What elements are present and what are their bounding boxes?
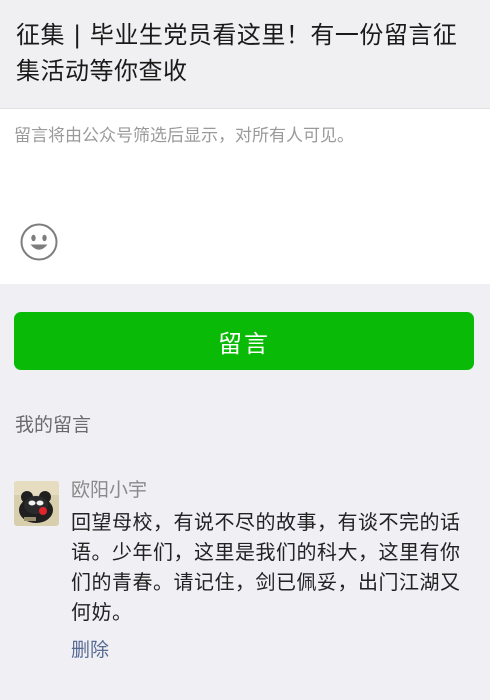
comment-body: 欧阳小宇 回望母校，有说不尽的故事，有谈不完的话语。少年们，这里是我们的科大，这…	[71, 478, 476, 662]
my-comments-heading: 我的留言	[15, 414, 92, 436]
comment-content: 回望母校，有说不尽的故事，有谈不完的话语。少年们，这里是我们的科大，这里有你们的…	[71, 510, 461, 624]
submit-comment-button[interactable]: 留言	[14, 312, 474, 370]
comment-input[interactable]	[14, 121, 474, 211]
article-title: 征集 | 毕业生党员看这里！有一份留言征集活动等你查收	[16, 21, 458, 85]
comment-compose-box	[0, 108, 490, 284]
avatar	[14, 481, 59, 526]
smiley-face-icon[interactable]	[20, 223, 58, 261]
comment-nickname: 欧阳小宇	[71, 479, 148, 501]
article-header: 征集 | 毕业生党员看这里！有一份留言征集活动等你查收	[0, 0, 490, 108]
delete-comment-link[interactable]: 删除	[71, 635, 109, 662]
